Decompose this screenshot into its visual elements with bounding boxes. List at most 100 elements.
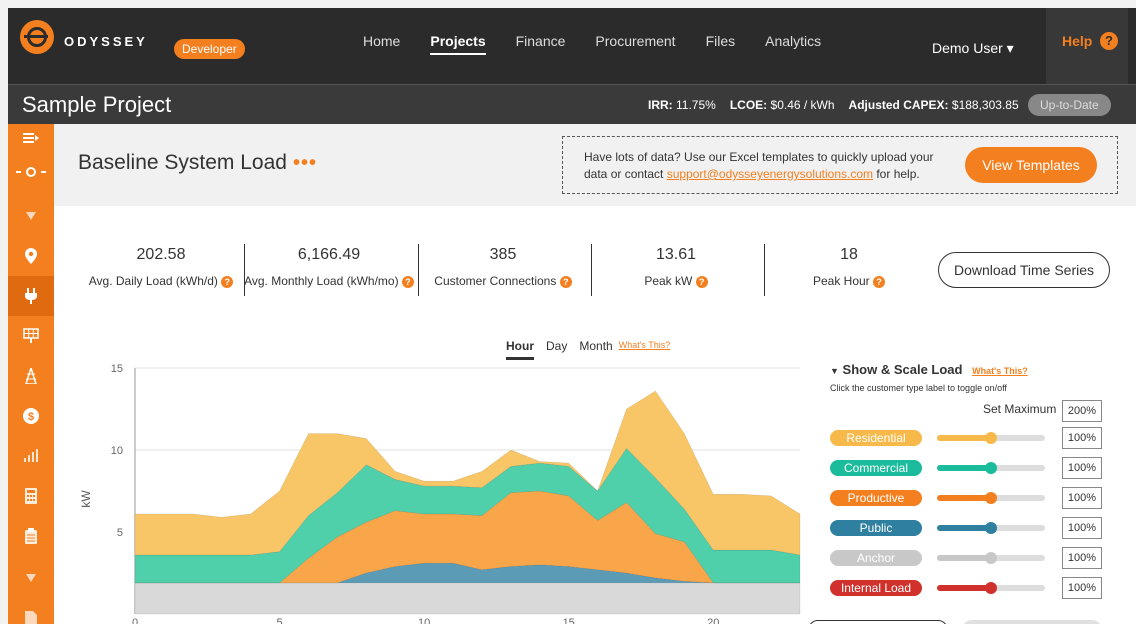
x-tick-label: 20 (707, 617, 719, 624)
user-menu[interactable]: Demo User ▾ (932, 40, 1014, 57)
scale-slider[interactable] (937, 492, 1045, 504)
stat-label: Avg. Monthly Load (kWh/mo) (244, 274, 399, 288)
nav-projects[interactable]: Projects (430, 33, 486, 55)
scale-percent-input[interactable]: 100% (1062, 577, 1102, 599)
scale-percent-input[interactable]: 100% (1062, 427, 1102, 449)
whats-this-link[interactable]: What's This? (972, 366, 1028, 376)
slider-knob[interactable] (985, 462, 997, 474)
scale-slider[interactable] (937, 432, 1045, 444)
stat-customer-connections: 385 Customer Connections ? (418, 242, 588, 298)
stat-label-row: Avg. Daily Load (kWh/d) ? (76, 274, 246, 288)
stat-value: 202.58 (136, 246, 186, 263)
scale-percent-input[interactable]: 100% (1062, 457, 1102, 479)
customer-type-toggle[interactable]: Residential (830, 430, 922, 446)
chevron-down-icon[interactable] (8, 196, 54, 236)
slider-fill (937, 585, 991, 591)
help-question-icon: ? (1100, 32, 1118, 50)
window-margin-top (0, 0, 1136, 8)
scale-slider[interactable] (937, 552, 1045, 564)
lcoe-label: LCOE: (729, 98, 768, 112)
view-templates-button[interactable]: View Templates (965, 147, 1097, 183)
scale-slider[interactable] (937, 522, 1045, 534)
panel-button-outline[interactable] (808, 620, 948, 624)
slider-knob[interactable] (985, 522, 997, 534)
chart-icon[interactable] (8, 436, 54, 476)
support-email-link[interactable]: support@odysseyenergysolutions.com (667, 167, 873, 181)
set-maximum-label: Set Maximum (983, 402, 1057, 416)
help-button[interactable]: Help ? (1046, 8, 1128, 84)
project-title: Sample Project (22, 92, 172, 117)
stat-label-row: Peak Hour ? (764, 274, 934, 288)
section-title: Baseline System Load ••• (78, 151, 317, 175)
nav-home[interactable]: Home (363, 33, 400, 54)
customer-type-toggle[interactable]: Internal Load (830, 580, 922, 596)
up-to-date-button[interactable]: Up-to-Date (1028, 94, 1111, 116)
x-tick-label: 5 (277, 617, 283, 624)
plug-icon[interactable] (8, 276, 54, 316)
stat-label-row: Avg. Monthly Load (kWh/mo) ? (244, 274, 414, 288)
scale-slider[interactable] (937, 462, 1045, 474)
stat-label-row: Customer Connections ? (418, 274, 588, 288)
scale-percent-input[interactable]: 100% (1062, 517, 1102, 539)
set-maximum-input[interactable]: 200% (1062, 400, 1102, 422)
slider-fill (937, 435, 991, 441)
panel-button-gray[interactable] (962, 620, 1102, 624)
x-tick-label: 0 (132, 617, 138, 624)
customer-type-toggle[interactable]: Productive (830, 490, 922, 506)
circle-icon[interactable] (8, 152, 54, 192)
main-nav: Home Projects Finance Procurement Files … (363, 33, 851, 55)
project-metrics: IRR: 11.75% LCOE: $0.46 / kWh Adjusted C… (648, 98, 1033, 112)
clipboard-icon[interactable] (8, 516, 54, 556)
customer-type-toggle[interactable]: Commercial (830, 460, 922, 476)
caret-down-icon[interactable]: ▼ (830, 366, 839, 376)
y-tick-label: 10 (111, 445, 123, 457)
project-bar: Sample Project IRR: 11.75% LCOE: $0.46 /… (8, 84, 1136, 124)
app-window: ODYSSEY Developer Home Projects Finance … (0, 0, 1136, 624)
menu-icon[interactable] (8, 124, 54, 152)
odyssey-logo-icon[interactable] (20, 20, 54, 54)
dollar-icon[interactable]: $ (8, 396, 54, 436)
help-icon[interactable]: ? (401, 275, 414, 288)
show-scale-load-panel: ▼ Show & Scale Load What's This? Click t… (808, 362, 1110, 624)
customer-type-toggle[interactable]: Anchor (830, 550, 922, 566)
slider-fill (937, 495, 991, 501)
tower-icon[interactable] (8, 356, 54, 396)
y-tick-label: 15 (111, 363, 123, 375)
lcoe-metric: LCOE: $0.46 / kWh (730, 98, 835, 112)
help-icon[interactable]: ? (221, 275, 234, 288)
scale-percent-input[interactable]: 100% (1062, 547, 1102, 569)
help-icon[interactable]: ? (559, 275, 572, 288)
solar-panel-icon[interactable] (8, 316, 54, 356)
developer-badge: Developer (174, 39, 245, 59)
slider-knob[interactable] (985, 492, 997, 504)
location-pin-icon[interactable] (8, 236, 54, 276)
customer-type-toggle[interactable]: Public (830, 520, 922, 536)
slider-fill (937, 555, 991, 561)
nav-analytics[interactable]: Analytics (765, 33, 821, 54)
section-title-text: Baseline System Load (78, 151, 287, 174)
help-icon[interactable]: ? (873, 275, 886, 288)
stat-value: 6,166.49 (297, 246, 361, 263)
document-icon[interactable] (8, 598, 54, 624)
stat-value: 13.61 (655, 246, 697, 263)
stat-label: Peak Hour (812, 274, 870, 288)
slider-knob[interactable] (985, 432, 997, 444)
help-icon[interactable]: ? (695, 275, 708, 288)
nav-finance[interactable]: Finance (516, 33, 566, 54)
slider-knob[interactable] (985, 582, 997, 594)
nav-procurement[interactable]: Procurement (595, 33, 675, 54)
section-header: Baseline System Load ••• Have lots of dat… (54, 124, 1136, 206)
nav-files[interactable]: Files (706, 33, 736, 54)
irr-metric: IRR: 11.75% (648, 98, 716, 112)
more-options-icon[interactable]: ••• (293, 152, 317, 174)
calculator-icon[interactable] (8, 476, 54, 516)
x-tick-label: 10 (418, 617, 430, 624)
chevron-down-icon[interactable] (8, 558, 54, 598)
scale-slider[interactable] (937, 582, 1045, 594)
scale-percent-input[interactable]: 100% (1062, 487, 1102, 509)
stat-peak-hour: 18 Peak Hour ? (764, 242, 934, 298)
slider-knob[interactable] (985, 552, 997, 564)
hourly-load-chart: 5 10 15 0 5 10 15 20 kW (80, 363, 801, 624)
stat-peak-kw: 13.61 Peak kW ? (591, 242, 761, 298)
download-time-series-button[interactable]: Download Time Series (938, 252, 1110, 288)
